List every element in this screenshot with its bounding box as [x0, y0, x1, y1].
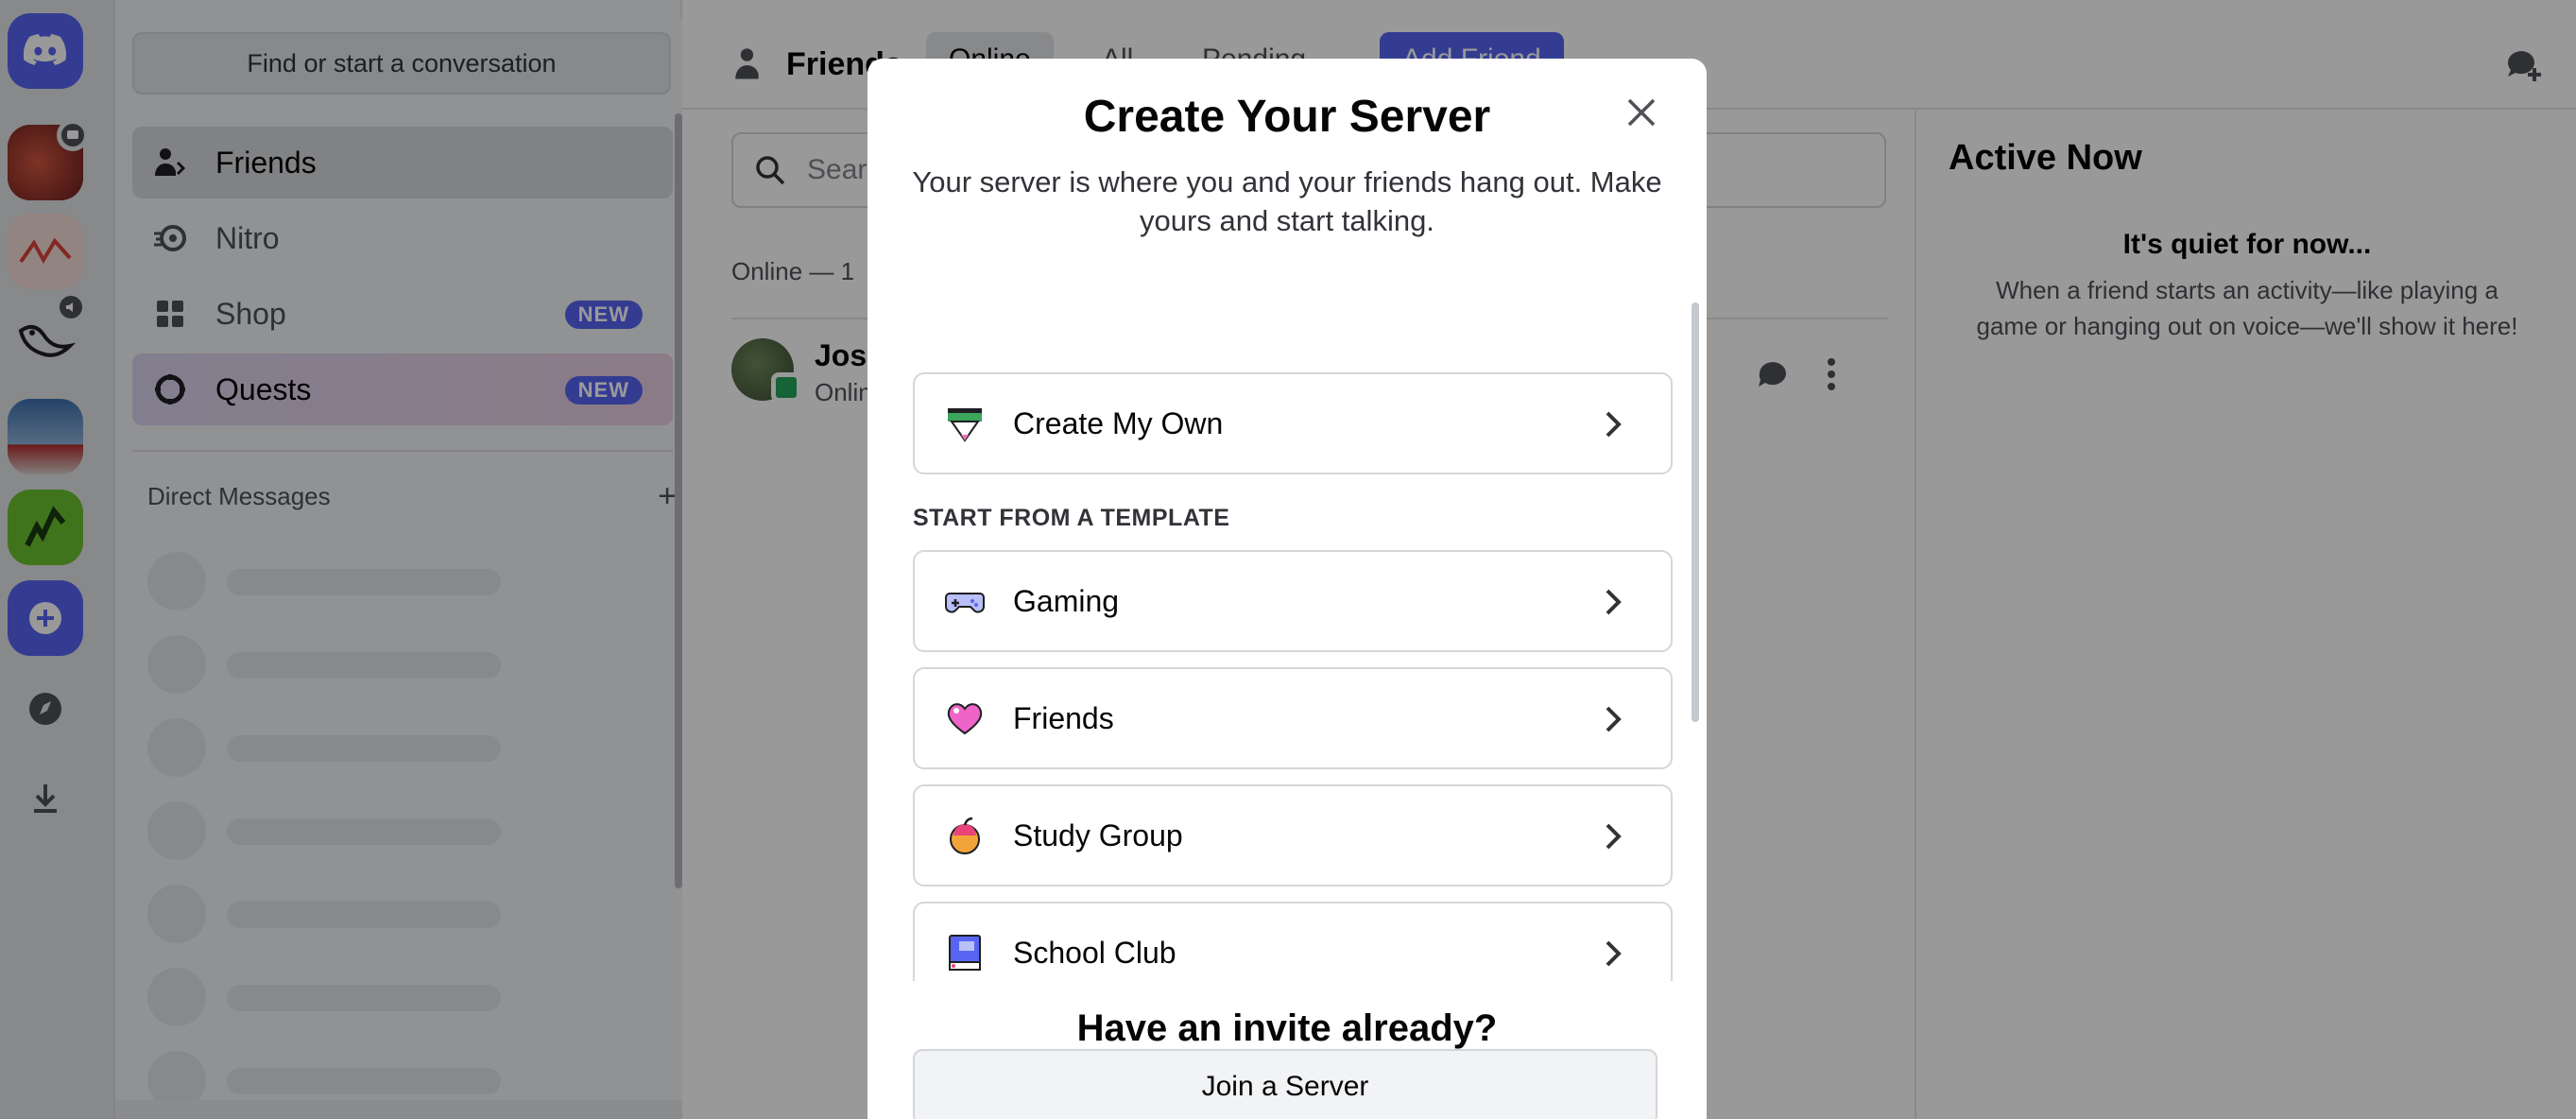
- create-my-own-option[interactable]: Create My Own: [913, 372, 1673, 474]
- join-server-button[interactable]: Join a Server: [913, 1049, 1657, 1119]
- modal-subtitle: Your server is where you and your friend…: [912, 165, 1662, 237]
- option-label: Friends: [1013, 700, 1114, 735]
- template-option-friends[interactable]: Friends: [913, 667, 1673, 769]
- chevron-right-icon: [1606, 589, 1622, 615]
- template-option-gaming[interactable]: Gaming: [913, 550, 1673, 652]
- book-emoji-icon: [943, 931, 987, 974]
- template-section-label: START FROM A TEMPLATE: [913, 505, 1230, 531]
- modal-scrollbar[interactable]: [1692, 302, 1699, 722]
- chevron-right-icon: [1606, 823, 1622, 850]
- template-option-school-club[interactable]: School Club: [913, 902, 1673, 981]
- template-option-study-group[interactable]: Study Group: [913, 784, 1673, 887]
- pencil-emoji-icon: [943, 402, 987, 445]
- option-label: Create My Own: [1013, 405, 1224, 440]
- apple-emoji-icon: [943, 814, 987, 857]
- close-icon: [1627, 98, 1656, 127]
- option-label: Study Group: [1013, 818, 1183, 852]
- chevron-right-icon: [1606, 940, 1622, 967]
- close-button[interactable]: [1620, 91, 1663, 134]
- chevron-right-icon: [1606, 706, 1622, 732]
- heart-emoji-icon: [943, 697, 987, 740]
- chevron-right-icon: [1606, 411, 1622, 438]
- option-label: Gaming: [1013, 583, 1120, 618]
- server-options-list: Create My Own START FROM A TEMPLATE Gami…: [867, 312, 1707, 981]
- modal-footer: Have an invite already? Join a Server: [867, 981, 1707, 1119]
- gamepad-emoji-icon: [943, 579, 987, 623]
- create-server-modal: Create Your Server Your server is where …: [867, 59, 1707, 1119]
- option-label: School Club: [1013, 935, 1176, 970]
- invite-heading: Have an invite already?: [1076, 1007, 1498, 1049]
- modal-title: Create Your Server: [1083, 92, 1491, 142]
